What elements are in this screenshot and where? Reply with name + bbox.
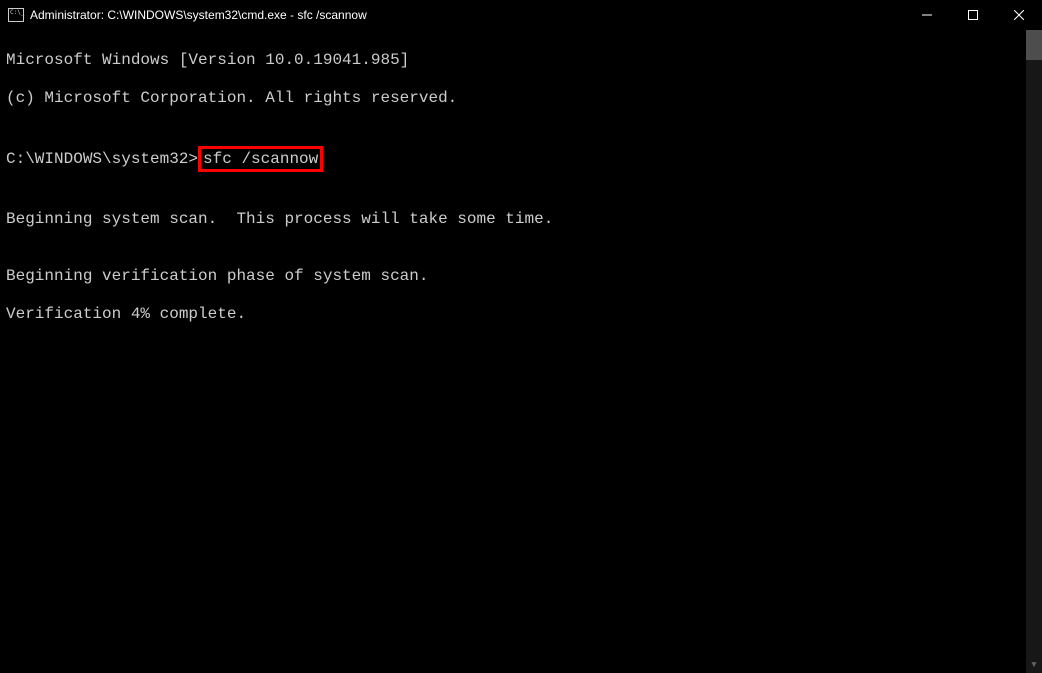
- output-line: Verification 4% complete.: [6, 305, 1036, 324]
- maximize-button[interactable]: [950, 0, 996, 30]
- minimize-button[interactable]: [904, 0, 950, 30]
- scroll-down-arrow[interactable]: ▼: [1026, 657, 1042, 673]
- close-button[interactable]: [996, 0, 1042, 30]
- vertical-scrollbar[interactable]: ▲ ▼: [1026, 30, 1042, 673]
- output-line: (c) Microsoft Corporation. All rights re…: [6, 89, 1036, 108]
- scroll-thumb[interactable]: [1026, 30, 1042, 60]
- command-highlight: sfc /scannow: [198, 146, 323, 172]
- prompt-line: C:\WINDOWS\system32>sfc /scannow: [6, 146, 1036, 172]
- output-line: Microsoft Windows [Version 10.0.19041.98…: [6, 51, 1036, 70]
- window-titlebar: Administrator: C:\WINDOWS\system32\cmd.e…: [0, 0, 1042, 30]
- output-line: Beginning system scan. This process will…: [6, 210, 1036, 229]
- prompt-text: C:\WINDOWS\system32>: [6, 150, 198, 168]
- terminal-output[interactable]: Microsoft Windows [Version 10.0.19041.98…: [0, 30, 1042, 673]
- titlebar-left: Administrator: C:\WINDOWS\system32\cmd.e…: [0, 8, 367, 22]
- cmd-icon: [8, 8, 24, 22]
- output-line: Beginning verification phase of system s…: [6, 267, 1036, 286]
- window-title: Administrator: C:\WINDOWS\system32\cmd.e…: [30, 8, 367, 22]
- window-controls: [904, 0, 1042, 30]
